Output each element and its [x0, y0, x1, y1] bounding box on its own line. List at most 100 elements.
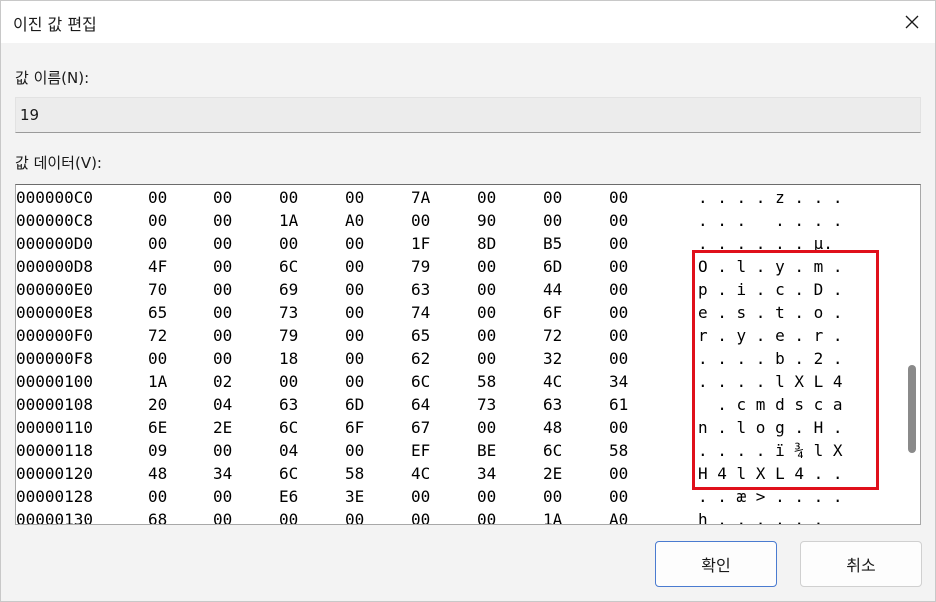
- hex-ascii[interactable]: . . . . l X L 4: [698, 372, 843, 391]
- hex-byte[interactable]: A0: [345, 211, 364, 230]
- hex-byte[interactable]: E6: [279, 487, 298, 506]
- hex-ascii[interactable]: p . i . c . D .: [698, 280, 843, 299]
- hex-ascii[interactable]: . . æ > . . . .: [698, 487, 843, 506]
- hex-byte[interactable]: 2E: [213, 418, 232, 437]
- hex-byte[interactable]: 69: [279, 280, 298, 299]
- hex-byte[interactable]: 6C: [279, 257, 298, 276]
- hex-byte[interactable]: 6E: [148, 418, 167, 437]
- hex-ascii[interactable]: . . . . ï ¾ l X: [698, 441, 843, 460]
- hex-byte[interactable]: 2E: [543, 464, 562, 483]
- hex-byte[interactable]: 63: [543, 395, 562, 414]
- hex-byte[interactable]: 00: [609, 280, 628, 299]
- hex-ascii[interactable]: H 4 l X L 4 . .: [698, 464, 843, 483]
- hex-byte[interactable]: 00: [279, 372, 298, 391]
- hex-byte[interactable]: 00: [543, 188, 562, 207]
- hex-byte[interactable]: 34: [213, 464, 232, 483]
- hex-byte[interactable]: 79: [411, 257, 430, 276]
- hex-byte[interactable]: 58: [477, 372, 496, 391]
- hex-byte[interactable]: EF: [411, 441, 430, 460]
- hex-byte[interactable]: 90: [477, 211, 496, 230]
- hex-byte[interactable]: 00: [345, 349, 364, 368]
- hex-byte[interactable]: 58: [345, 464, 364, 483]
- hex-byte[interactable]: 00: [411, 211, 430, 230]
- hex-byte[interactable]: 20: [148, 395, 167, 414]
- hex-byte[interactable]: 09: [148, 441, 167, 460]
- hex-byte[interactable]: 00: [213, 257, 232, 276]
- close-button[interactable]: [889, 1, 935, 43]
- hex-byte[interactable]: 72: [148, 326, 167, 345]
- hex-byte[interactable]: 00: [148, 211, 167, 230]
- hex-byte[interactable]: 00: [279, 510, 298, 524]
- hex-byte[interactable]: 00: [609, 188, 628, 207]
- hex-byte[interactable]: 74: [411, 303, 430, 322]
- hex-byte[interactable]: 6D: [345, 395, 364, 414]
- hex-ascii[interactable]: r . y . e . r .: [698, 326, 843, 345]
- hex-byte[interactable]: 00: [345, 257, 364, 276]
- hex-byte[interactable]: 1A: [279, 211, 298, 230]
- hex-byte[interactable]: 00: [148, 349, 167, 368]
- value-data-hex-editor[interactable]: 000000C0 00 00 00 00 7A 00 00 00 . . . . z . . . 0…: [15, 184, 921, 525]
- hex-byte[interactable]: 00: [148, 188, 167, 207]
- hex-byte[interactable]: 00: [213, 326, 232, 345]
- hex-byte[interactable]: 00: [543, 487, 562, 506]
- hex-byte[interactable]: 6D: [543, 257, 562, 276]
- hex-byte[interactable]: 00: [345, 188, 364, 207]
- hex-byte[interactable]: 00: [213, 303, 232, 322]
- hex-byte[interactable]: 7A: [411, 188, 430, 207]
- hex-byte[interactable]: 04: [279, 441, 298, 460]
- hex-ascii[interactable]: h . . . . . .: [698, 510, 843, 524]
- hex-ascii[interactable]: . . . . . . .: [698, 211, 843, 230]
- hex-byte[interactable]: 6C: [279, 418, 298, 437]
- vertical-scrollbar[interactable]: [906, 187, 918, 521]
- hex-byte[interactable]: 02: [213, 372, 232, 391]
- hex-byte[interactable]: 00: [213, 487, 232, 506]
- hex-ascii[interactable]: O . l . y . m .: [698, 257, 843, 276]
- hex-byte[interactable]: 68: [148, 510, 167, 524]
- hex-byte[interactable]: 00: [213, 349, 232, 368]
- hex-ascii[interactable]: . c m d s c a: [698, 395, 842, 414]
- hex-byte[interactable]: 04: [213, 395, 232, 414]
- hex-byte[interactable]: 65: [148, 303, 167, 322]
- hex-byte[interactable]: 00: [279, 234, 298, 253]
- hex-byte[interactable]: B5: [543, 234, 562, 253]
- hex-byte[interactable]: 34: [477, 464, 496, 483]
- hex-byte[interactable]: 4C: [411, 464, 430, 483]
- hex-ascii[interactable]: n . l o g . H .: [698, 418, 843, 437]
- hex-byte[interactable]: 00: [609, 487, 628, 506]
- hex-byte[interactable]: 00: [213, 234, 232, 253]
- cancel-button[interactable]: 취소: [800, 541, 922, 587]
- hex-byte[interactable]: 00: [609, 326, 628, 345]
- hex-byte[interactable]: 6C: [543, 441, 562, 460]
- hex-byte[interactable]: 73: [477, 395, 496, 414]
- hex-ascii[interactable]: . . . . . . µ.: [698, 234, 833, 253]
- hex-byte[interactable]: 4C: [543, 372, 562, 391]
- hex-byte[interactable]: 00: [609, 234, 628, 253]
- hex-byte[interactable]: 6F: [543, 303, 562, 322]
- hex-byte[interactable]: 00: [411, 487, 430, 506]
- hex-byte[interactable]: 48: [543, 418, 562, 437]
- hex-byte[interactable]: 00: [477, 326, 496, 345]
- hex-byte[interactable]: 73: [279, 303, 298, 322]
- hex-byte[interactable]: 34: [609, 372, 628, 391]
- hex-byte[interactable]: 00: [477, 188, 496, 207]
- hex-byte[interactable]: 1A: [148, 372, 167, 391]
- hex-byte[interactable]: 00: [213, 211, 232, 230]
- hex-byte[interactable]: 00: [345, 326, 364, 345]
- hex-byte[interactable]: 00: [213, 280, 232, 299]
- hex-byte[interactable]: 67: [411, 418, 430, 437]
- hex-byte[interactable]: 4F: [148, 257, 167, 276]
- hex-byte[interactable]: 00: [609, 257, 628, 276]
- ok-button[interactable]: 확인: [655, 541, 777, 587]
- hex-byte[interactable]: 00: [477, 257, 496, 276]
- hex-byte[interactable]: 63: [411, 280, 430, 299]
- hex-byte[interactable]: 6F: [345, 418, 364, 437]
- hex-byte[interactable]: 00: [345, 441, 364, 460]
- hex-byte[interactable]: 00: [213, 441, 232, 460]
- hex-byte[interactable]: 00: [345, 303, 364, 322]
- hex-byte[interactable]: 18: [279, 349, 298, 368]
- hex-byte[interactable]: 00: [477, 349, 496, 368]
- hex-byte[interactable]: 00: [477, 418, 496, 437]
- hex-byte[interactable]: 00: [213, 510, 232, 524]
- hex-byte[interactable]: 72: [543, 326, 562, 345]
- hex-byte[interactable]: 00: [345, 234, 364, 253]
